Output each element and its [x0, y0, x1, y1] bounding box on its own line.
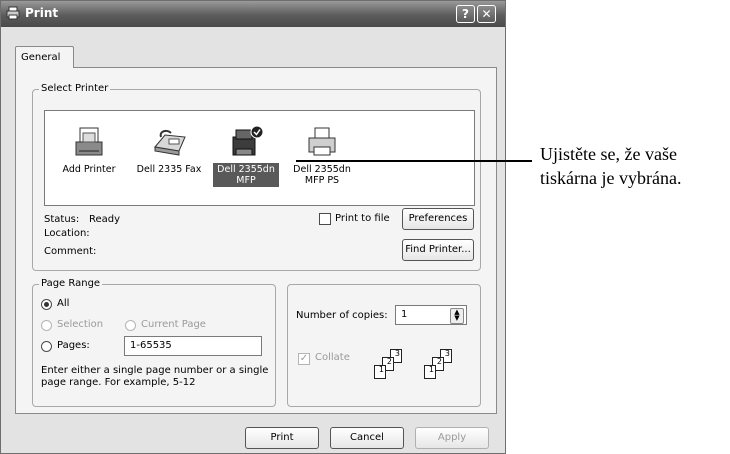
print-to-file-checkbox[interactable]	[319, 213, 331, 225]
all-radio[interactable]	[41, 299, 52, 310]
page-range-hint: page range. For example, 5-12	[41, 377, 196, 388]
pages-input[interactable]: 1-65535	[124, 336, 262, 356]
printer-default-icon	[232, 125, 264, 156]
printer-app-icon	[6, 6, 20, 23]
apply-button[interactable]: Apply	[415, 427, 489, 449]
page-range-hint: Enter either a single page number or a s…	[41, 365, 269, 376]
collate-label[interactable]: Collate	[315, 352, 350, 363]
collate-page: 1	[374, 365, 386, 379]
find-printer-button[interactable]: Find Printer...	[402, 239, 474, 261]
current-page-radio[interactable]	[125, 320, 136, 331]
printer-list[interactable]: Add Printer Dell 2335 Fax Dell 2355dn MF…	[44, 110, 475, 206]
cancel-button[interactable]: Cancel	[330, 427, 404, 449]
copies-spinner-icon[interactable]: ▲ ▼	[450, 308, 464, 324]
printer-item-dell-2335-fax[interactable]: Dell 2335 Fax	[131, 125, 207, 176]
print-dialog: Print ? ✕ General Select Printer Add Pri…	[0, 0, 506, 454]
printer-label: Dell 2355dn MFP PS	[293, 164, 351, 186]
window-title: Print	[25, 6, 59, 20]
copies-group: Number of copies: 1 ▲ ▼ ✓ Collate 3 2 1 3…	[287, 284, 481, 407]
print-button[interactable]: Print	[245, 427, 319, 449]
page-range-group: Page Range All Selection Current Page Pa…	[32, 278, 276, 407]
location-label: Location:	[44, 228, 90, 239]
number-of-copies-label: Number of copies:	[296, 310, 388, 321]
title-bar[interactable]: Print ? ✕	[1, 1, 505, 27]
collate-checkbox[interactable]: ✓	[298, 353, 310, 365]
printer-item-add-printer[interactable]: Add Printer	[53, 125, 125, 176]
status-value: Ready	[89, 214, 121, 225]
close-button[interactable]: ✕	[477, 5, 496, 23]
pages-label[interactable]: Pages:	[57, 340, 90, 351]
printer-icon	[308, 127, 336, 156]
selection-radio[interactable]	[41, 320, 52, 331]
select-printer-legend: Select Printer	[39, 83, 111, 94]
copies-value: 1	[401, 309, 408, 320]
callout-text: Ujistěte se, že vaše tiskárna je vybrána…	[540, 144, 682, 188]
pages-radio[interactable]	[41, 341, 52, 352]
status-label: Status:	[44, 214, 80, 225]
printer-item-dell-2355dn-mfp[interactable]: Dell 2355dn MFP	[213, 125, 279, 187]
copies-input[interactable]: 1 ▲ ▼	[395, 305, 467, 325]
callout-line	[296, 160, 532, 162]
page-range-legend: Page Range	[39, 278, 103, 289]
printer-label: Dell 2335 Fax	[136, 164, 202, 175]
printer-label: Dell 2355dn MFP	[213, 163, 279, 187]
collate-page: 1	[424, 365, 436, 379]
tab-general[interactable]: General	[15, 46, 74, 68]
help-button[interactable]: ?	[456, 5, 475, 23]
print-to-file-label[interactable]: Print to file	[335, 213, 390, 224]
select-printer-group: Select Printer Add Printer Dell 2335 Fax…	[32, 83, 481, 271]
add-printer-icon	[75, 127, 103, 156]
all-label[interactable]: All	[57, 298, 69, 309]
comment-label: Comment:	[44, 246, 97, 257]
fax-icon	[154, 129, 186, 156]
printer-label: Add Printer	[62, 164, 116, 175]
general-tab-panel: Select Printer Add Printer Dell 2335 Fax…	[15, 67, 497, 414]
current-page-label[interactable]: Current Page	[141, 319, 206, 330]
selection-label[interactable]: Selection	[57, 319, 103, 330]
preferences-button[interactable]: Preferences	[402, 208, 474, 230]
printer-item-dell-2355dn-mfp-ps[interactable]: Dell 2355dn MFP PS	[289, 125, 355, 187]
